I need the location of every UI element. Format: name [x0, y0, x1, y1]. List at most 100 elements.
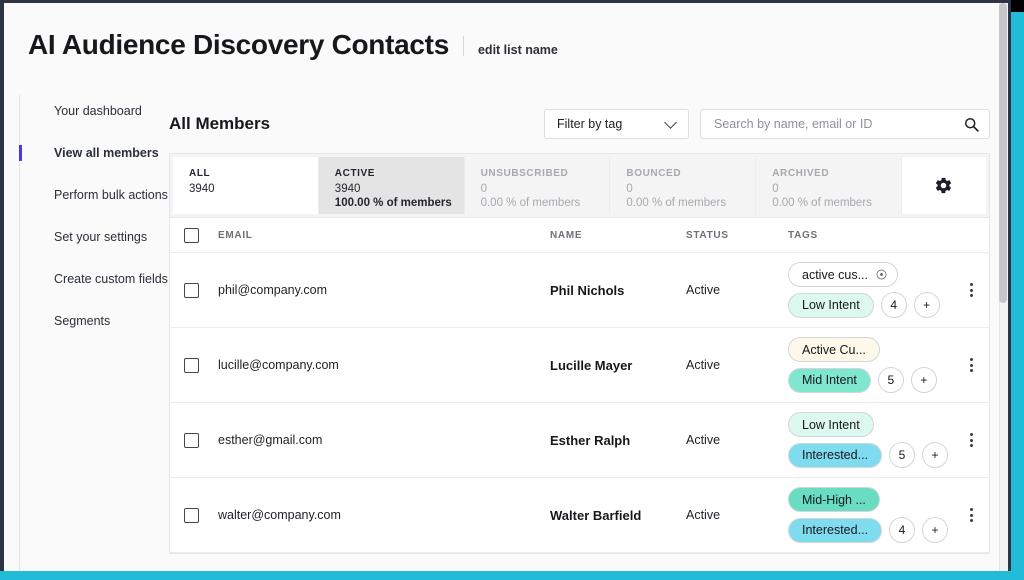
column-header-tags[interactable]: TAGS: [788, 230, 953, 241]
add-tag-button[interactable]: +: [910, 367, 937, 393]
add-tag-button[interactable]: +: [922, 442, 949, 468]
add-tag-button[interactable]: +: [922, 517, 949, 543]
kebab-menu-icon[interactable]: [953, 354, 989, 376]
table-row[interactable]: walter@company.com Walter Barfield Activ…: [170, 478, 989, 553]
tag-count-badge[interactable]: 5: [877, 367, 904, 393]
sidebar-item-perform-bulk-actions[interactable]: Perform bulk actions: [38, 187, 168, 203]
tag-count-badge[interactable]: 4: [889, 517, 916, 543]
column-header-email[interactable]: EMAIL: [218, 230, 550, 241]
tag-chip[interactable]: Mid Intent: [788, 367, 871, 393]
tag-stack: Low Intent Interested... 5 +: [788, 412, 953, 468]
sidebar-nav: Your dashboard View all members Perform …: [19, 95, 168, 571]
tag-line-bottom: Interested... 4 +: [788, 517, 949, 543]
all-members-heading: All Members: [169, 114, 271, 133]
sidebar-item-segments[interactable]: Segments: [38, 313, 168, 329]
edit-list-name-link[interactable]: edit list name: [478, 43, 558, 57]
app-viewport: AI Audience Discovery Contacts edit list…: [4, 3, 1008, 571]
stat-label: UNSUBSCRIBED: [480, 168, 569, 179]
row-checkbox[interactable]: [184, 357, 199, 373]
cell-email: esther@gmail.com: [218, 433, 323, 447]
sidebar-item-set-your-settings[interactable]: Set your settings: [38, 229, 168, 245]
stat-value: 0: [480, 183, 487, 195]
kebab-menu-icon[interactable]: [953, 279, 989, 301]
remove-tag-icon[interactable]: [876, 269, 887, 280]
tag-label: Mid Intent: [802, 373, 857, 387]
cell-name: Esther Ralph: [550, 432, 631, 448]
cell-name: Walter Barfield: [550, 507, 642, 523]
stat-value: 3940: [334, 183, 361, 195]
stat-tab-unsubscribed[interactable]: UNSUBSCRIBED 0 0.00 % of members: [464, 157, 611, 214]
sidebar-item-view-all-members[interactable]: View all members: [19, 145, 168, 161]
table-settings-button[interactable]: [901, 157, 986, 214]
row-menu-cell: [953, 279, 989, 301]
stat-pct: 0.00 % of members: [626, 197, 727, 209]
table-header-row: EMAIL NAME STATUS TAGS: [170, 218, 989, 253]
tag-line-bottom: Mid Intent 5 +: [788, 367, 937, 393]
tag-chip[interactable]: Interested...: [788, 517, 883, 543]
status-filter-tabs: ALL 3940 ACTIVE 3940 100.00 % of members…: [170, 154, 989, 218]
row-checkbox[interactable]: [184, 507, 199, 523]
row-checkbox[interactable]: [184, 432, 199, 448]
filter-by-tag-dropdown[interactable]: Filter by tag: [544, 109, 689, 139]
stat-tab-active[interactable]: ACTIVE 3940 100.00 % of members: [318, 157, 465, 214]
tag-chip[interactable]: Interested...: [788, 442, 883, 468]
column-header-name[interactable]: NAME: [550, 230, 686, 241]
stat-tab-archived[interactable]: ARCHIVED 0 0.00 % of members: [756, 157, 902, 214]
cell-email: walter@company.com: [218, 508, 341, 522]
select-all-checkbox[interactable]: [184, 227, 199, 243]
tag-chip[interactable]: active cus...: [788, 262, 898, 287]
sidebar-item-label: Segments: [54, 314, 111, 328]
row-menu-cell: [953, 429, 989, 451]
table-row[interactable]: lucille@company.com Lucille Mayer Active…: [170, 328, 989, 403]
row-checkbox[interactable]: [184, 282, 199, 298]
stat-tab-bounced[interactable]: BOUNCED 0 0.00 % of members: [610, 157, 757, 214]
tag-stack: active cus... Low Intent 4 +: [788, 262, 953, 318]
cell-status: Active: [686, 433, 721, 447]
tag-chip[interactable]: Low Intent: [788, 412, 874, 437]
kebab-menu-icon[interactable]: [953, 429, 989, 451]
main-content: All Members Filter by tag Search by name…: [164, 95, 1008, 571]
tag-label: Low Intent: [802, 298, 860, 312]
sidebar-item-label: Create custom fields: [54, 272, 168, 286]
cell-status: Active: [686, 508, 721, 522]
table-row[interactable]: esther@gmail.com Esther Ralph Active Low…: [170, 403, 989, 478]
tag-count-badge[interactable]: 4: [880, 292, 907, 318]
cell-tags: Active Cu... Mid Intent 5 +: [788, 337, 953, 393]
stat-tab-all[interactable]: ALL 3940: [173, 157, 319, 214]
stat-label: BOUNCED: [626, 168, 682, 179]
add-tag-button[interactable]: +: [913, 292, 940, 318]
stat-value: 0: [772, 183, 779, 195]
sidebar-item-your-dashboard[interactable]: Your dashboard: [38, 103, 168, 119]
tag-chip[interactable]: Mid-High ...: [788, 487, 880, 512]
stat-value: 0: [626, 183, 633, 195]
kebab-menu-icon[interactable]: [953, 504, 989, 526]
search-box[interactable]: [700, 109, 990, 139]
tag-chip[interactable]: Low Intent: [788, 292, 874, 318]
cell-email: phil@company.com: [218, 283, 328, 297]
tag-count-badge[interactable]: 5: [889, 442, 916, 468]
vertical-scrollbar-track[interactable]: [999, 3, 1008, 571]
row-menu-cell: [953, 354, 989, 376]
tag-line-top: Active Cu...: [788, 337, 880, 362]
tag-line-bottom: Interested... 5 +: [788, 442, 949, 468]
body-split: Your dashboard View all members Perform …: [4, 95, 1008, 571]
chevron-down-icon: [664, 115, 677, 129]
filter-by-tag-label: Filter by tag: [557, 117, 623, 131]
cell-email: lucille@company.com: [218, 358, 339, 372]
table-row[interactable]: phil@company.com Phil Nichols Active act…: [170, 253, 989, 328]
sidebar-item-create-custom-fields[interactable]: Create custom fields: [38, 271, 168, 287]
stat-pct: 0.00 % of members: [480, 197, 581, 209]
sidebar-item-label: View all members: [54, 146, 159, 160]
column-header-status[interactable]: STATUS: [686, 230, 788, 241]
select-all-cell: [184, 227, 218, 243]
tag-label: Low Intent: [802, 417, 860, 432]
page-title: AI Audience Discovery Contacts: [28, 29, 449, 60]
search-input[interactable]: [714, 117, 964, 131]
tag-line-bottom: Low Intent 4 +: [788, 292, 940, 318]
vertical-scrollbar-thumb[interactable]: [999, 3, 1007, 303]
search-icon[interactable]: [964, 117, 979, 132]
tag-chip[interactable]: Active Cu...: [788, 337, 880, 362]
window-frame: AI Audience Discovery Contacts edit list…: [0, 0, 1011, 571]
cell-status: Active: [686, 358, 721, 372]
cell-name: Phil Nichols: [550, 282, 625, 298]
